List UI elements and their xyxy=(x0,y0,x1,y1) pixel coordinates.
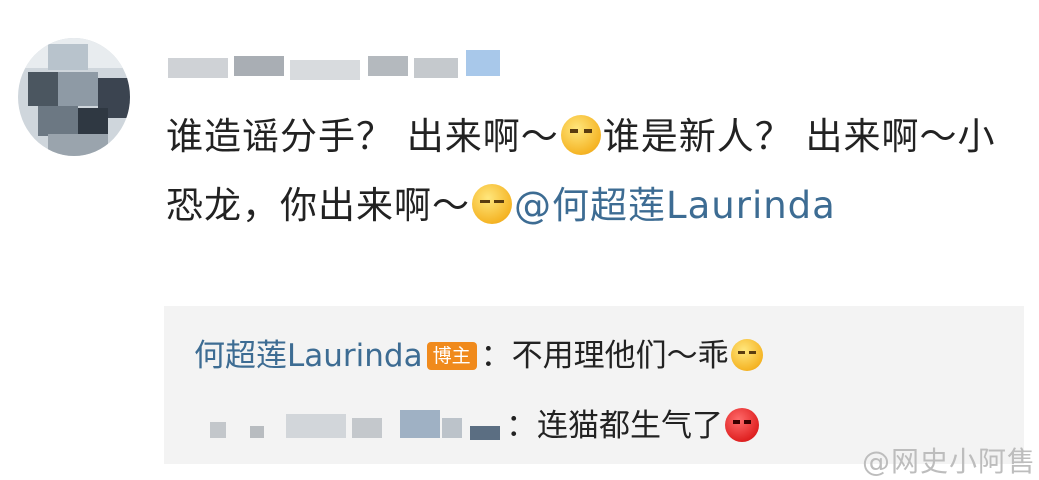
smirk-face-emoji-icon xyxy=(472,184,512,224)
kissing-face-emoji-icon xyxy=(730,339,763,371)
reply-text: ：连猫都生气了 xyxy=(506,404,761,448)
dizzy-face-emoji-icon xyxy=(560,115,601,155)
angry-face-emoji-icon xyxy=(725,408,759,442)
reply-author-blurred[interactable] xyxy=(210,422,226,438)
avatar[interactable] xyxy=(18,38,130,156)
username-blurred[interactable] xyxy=(168,44,548,84)
mention-link[interactable]: @何超莲Laurinda xyxy=(514,184,836,227)
comment-text-part1: 谁造谣分手？ 出来啊～ xyxy=(166,115,559,158)
comment-text: 谁造谣分手？ 出来啊～ 谁是新人？ 出来啊～小恐龙，你出来啊～ @何超莲Laurin… xyxy=(166,102,1006,240)
reply-author-link[interactable]: 何超莲Laurinda xyxy=(194,338,423,374)
reply-text: ：不用理他们～乖 xyxy=(480,338,729,374)
reply-item: 何超莲Laurinda 博主 ：不用理他们～乖 xyxy=(194,334,765,378)
reply-text-value: ：连猫都生气了 xyxy=(506,408,723,444)
blogger-badge: 博主 xyxy=(426,342,477,370)
watermark: @网史小阿售 xyxy=(862,445,1037,478)
